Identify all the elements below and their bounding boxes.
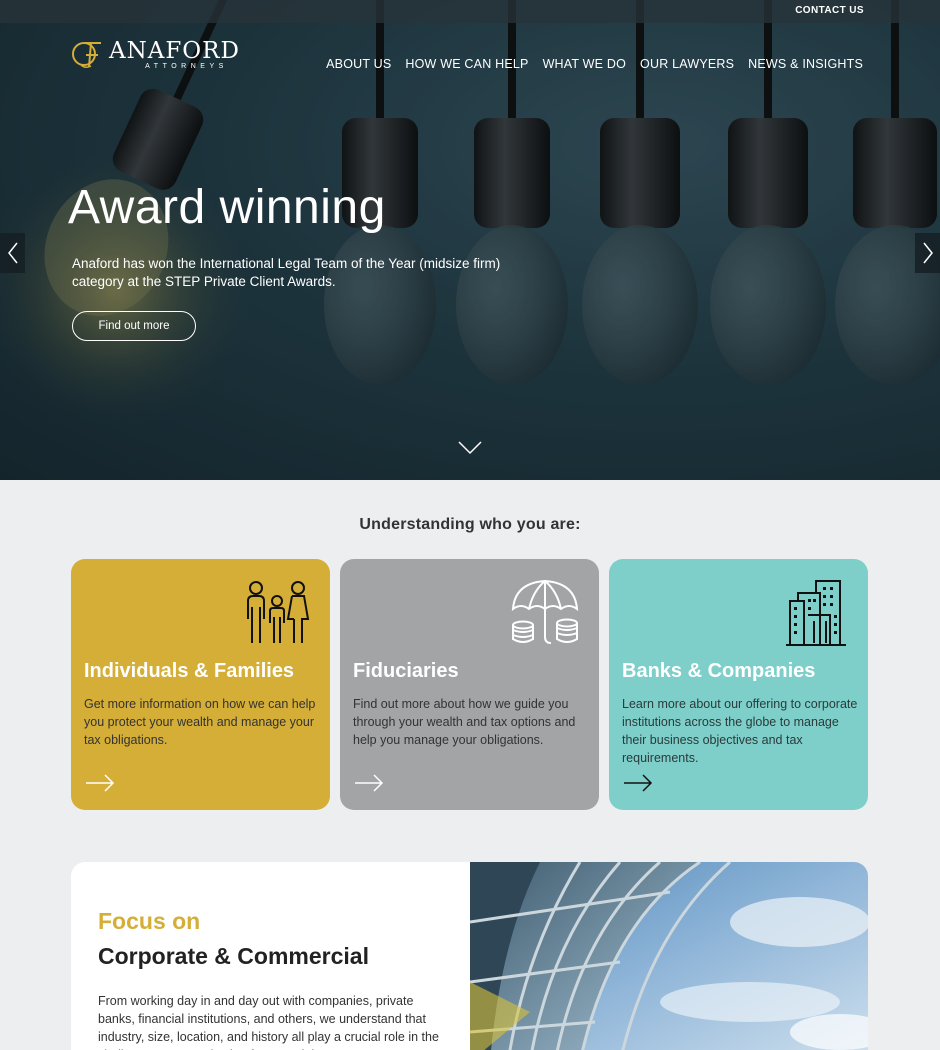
- main-nav: ABOUT US HOW WE CAN HELP WHAT WE DO OUR …: [326, 57, 863, 71]
- focus-title: Corporate & Commercial: [98, 943, 369, 969]
- card-banks-companies[interactable]: Banks & Companies Learn more about our o…: [609, 559, 868, 810]
- contact-us-link[interactable]: CONTACT US: [795, 5, 864, 16]
- chevron-left-icon: [7, 242, 18, 264]
- slider-prev-button[interactable]: [0, 233, 25, 273]
- anaford-monogram-icon: [72, 42, 101, 69]
- slider-next-button[interactable]: [915, 233, 940, 273]
- arrow-right-icon[interactable]: [85, 774, 115, 792]
- nav-about-us[interactable]: ABOUT US: [326, 57, 391, 71]
- hero-text: Anaford has won the International Legal …: [72, 256, 501, 289]
- card-description: Get more information on how we can help …: [84, 697, 316, 747]
- nav-what-we-do[interactable]: WHAT WE DO: [543, 57, 626, 71]
- find-out-more-button[interactable]: Find out more: [72, 311, 196, 341]
- top-utility-bar: CONTACT US: [0, 0, 940, 23]
- chevron-right-icon: [922, 242, 933, 264]
- scroll-down-button[interactable]: [458, 440, 482, 461]
- card-title: Individuals & Families: [84, 660, 295, 682]
- card-description: Find out more about how we guide you thr…: [353, 697, 576, 747]
- hero-slider: CONTACT US ANAFORD ATTORNEYS ABOUT US HO…: [0, 0, 940, 480]
- buildings-icon: [786, 580, 846, 646]
- chevron-down-icon: [458, 441, 482, 455]
- card-title: Fiduciaries: [353, 660, 459, 682]
- understanding-heading: Understanding who you are:: [359, 516, 581, 533]
- nav-how-we-can-help[interactable]: HOW WE CAN HELP: [405, 57, 528, 71]
- card-title: Banks & Companies: [622, 660, 816, 682]
- anaford-logo[interactable]: ANAFORD ATTORNEYS: [71, 37, 240, 71]
- umbrella-coins-icon: [511, 579, 579, 644]
- card-fiduciaries[interactable]: Fiduciaries Find out more about how we g…: [340, 559, 599, 810]
- arrow-right-icon[interactable]: [623, 774, 653, 792]
- card-description: Learn more about our offering to corpora…: [622, 697, 858, 765]
- hero-title: Award winning: [68, 181, 386, 234]
- family-icon: [247, 581, 310, 643]
- glass-building-image: [470, 862, 868, 1050]
- arrow-right-icon[interactable]: [354, 774, 384, 792]
- hero-lightbulbs-image: [0, 0, 940, 480]
- focus-text: From working day in and day out with com…: [98, 994, 439, 1050]
- focus-section: Focus on Corporate & Commercial From wor…: [71, 862, 868, 1050]
- nav-our-lawyers[interactable]: OUR LAWYERS: [640, 57, 734, 71]
- logo-subtitle: ATTORNEYS: [145, 62, 228, 70]
- logo-name: ANAFORD: [109, 37, 240, 64]
- focus-kicker: Focus on: [98, 908, 201, 934]
- nav-news-insights[interactable]: NEWS & INSIGHTS: [748, 57, 863, 71]
- card-individuals-families[interactable]: Individuals & Families Get more informat…: [71, 559, 330, 810]
